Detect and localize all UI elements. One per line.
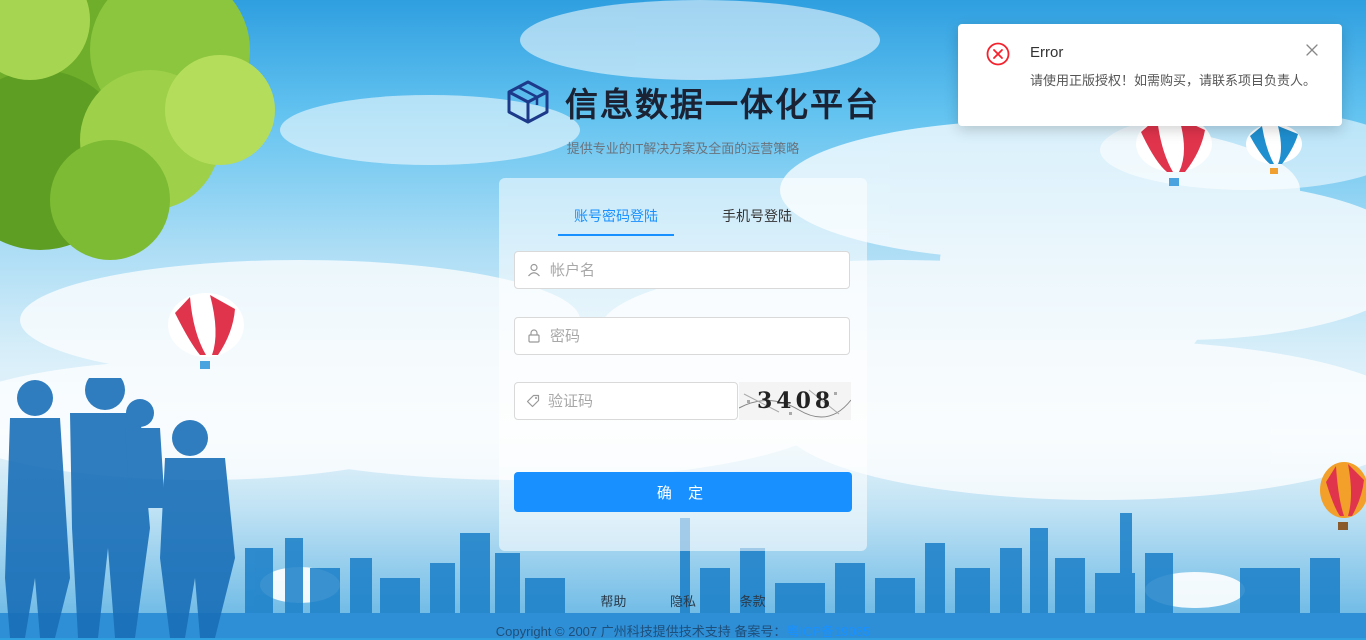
captcha-text: 3408 [757,388,834,414]
brand-subtitle: 提供专业的IT解决方案及全面的运营策略 [566,141,800,156]
login-card: 账号密码登陆 手机号登陆 3408 确 定 [499,178,867,551]
tab-account-password[interactable]: 账号密码登陆 [574,206,658,226]
cube-logo-icon [507,80,549,124]
close-icon[interactable] [1305,43,1319,57]
hot-air-balloon [168,293,244,369]
error-notification: Error 请使用正版授权！如需购买，请联系项目负责人。 [958,24,1342,126]
login-tabs: 账号密码登陆 手机号登陆 [499,178,867,236]
captcha-image[interactable]: 3408 [739,382,851,420]
username-field[interactable] [514,251,850,289]
lock-icon [526,328,542,344]
captcha-field[interactable] [514,382,740,420]
footer-link-terms[interactable]: 条款 [740,594,766,609]
notification-title: Error [1030,44,1064,61]
tag-icon [526,393,540,409]
footer-links: 帮助 隐私 条款 [0,591,1366,610]
tab-phone[interactable]: 手机号登陆 [722,206,792,226]
footer-link-privacy[interactable]: 隐私 [670,594,696,609]
brand-title: 信息数据一体化平台 [565,86,880,123]
brand-header: 信息数据一体化平台 [505,78,880,126]
username-input[interactable] [548,260,832,280]
password-field[interactable] [514,317,850,355]
error-circle-icon [986,42,1010,66]
copyright-text: Copyright © 2007 广州科技提供技术支持 备案号：粤ICP备190… [0,621,1366,640]
captcha-input[interactable] [546,391,740,411]
icp-link[interactable]: 粤ICP备19085 [786,624,870,639]
copyright-label: Copyright © 2007 广州科技提供技术支持 备案号： [495,624,787,639]
tab-active-indicator [558,234,674,236]
user-icon [526,262,542,278]
hot-air-balloon [1320,462,1366,530]
password-input[interactable] [548,326,832,346]
footer-link-help[interactable]: 帮助 [600,594,626,609]
submit-button[interactable]: 确 定 [514,472,852,512]
notification-message: 请使用正版授权！如需购买，请联系项目负责人。 [1030,73,1317,88]
